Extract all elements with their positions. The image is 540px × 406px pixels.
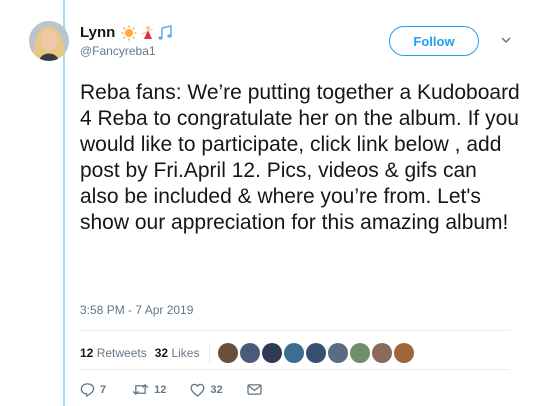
divider	[80, 330, 510, 331]
likes-stat[interactable]: 32 Likes	[155, 346, 200, 360]
music-notes-emoji-icon	[158, 24, 173, 40]
heart-icon	[190, 383, 205, 397]
liker-avatar[interactable]	[372, 343, 393, 363]
direct-message-button[interactable]	[246, 383, 262, 396]
dancer-emoji-icon	[142, 25, 154, 39]
likes-count: 32	[154, 346, 169, 360]
liker-avatars	[218, 343, 415, 363]
liker-avatar[interactable]	[240, 343, 261, 363]
retweets-label: Retweets	[96, 346, 147, 360]
retweet-icon	[132, 384, 149, 395]
follow-button[interactable]: Follow	[389, 26, 479, 56]
name-row: Lynn	[80, 24, 173, 41]
avatar[interactable]	[29, 21, 69, 61]
retweets-count: 12	[80, 346, 94, 360]
avatar-image	[29, 21, 69, 61]
chevron-down-icon[interactable]	[500, 34, 512, 46]
liker-avatar[interactable]	[394, 343, 415, 363]
name-emojis	[121, 24, 173, 41]
likes-label: Likes	[171, 346, 200, 360]
liker-avatar[interactable]	[328, 343, 349, 363]
engagement-stats: 12 Retweets 32 Likes	[80, 343, 415, 363]
retweet-count: 12	[154, 383, 167, 396]
divider	[80, 369, 510, 370]
thread-line	[63, 0, 65, 406]
message-icon	[246, 384, 262, 395]
user-handle[interactable]: @Fancyreba1	[80, 44, 156, 58]
liker-avatar[interactable]	[262, 343, 283, 363]
stats-separator	[209, 343, 211, 363]
liker-avatar[interactable]	[306, 343, 327, 363]
tweet-timestamp[interactable]: 3:58 PM - 7 Apr 2019	[80, 303, 193, 317]
reply-button[interactable]: 7	[80, 382, 106, 397]
liker-avatar[interactable]	[218, 343, 239, 363]
retweet-button[interactable]: 12	[132, 382, 166, 397]
like-button[interactable]: 32	[190, 383, 223, 397]
tweet-text: Reba fans: We’re putting together a Kudo…	[80, 81, 520, 234]
sun-emoji-icon	[121, 25, 137, 40]
reply-icon	[80, 383, 95, 397]
like-count: 32	[210, 383, 223, 396]
liker-avatar[interactable]	[350, 343, 371, 363]
retweets-stat[interactable]: 12 Retweets	[80, 346, 147, 360]
liker-avatar[interactable]	[284, 343, 305, 363]
reply-count: 7	[100, 383, 107, 396]
display-name[interactable]: Lynn	[80, 24, 115, 41]
tweet-actions: 7 12 32	[80, 382, 262, 397]
